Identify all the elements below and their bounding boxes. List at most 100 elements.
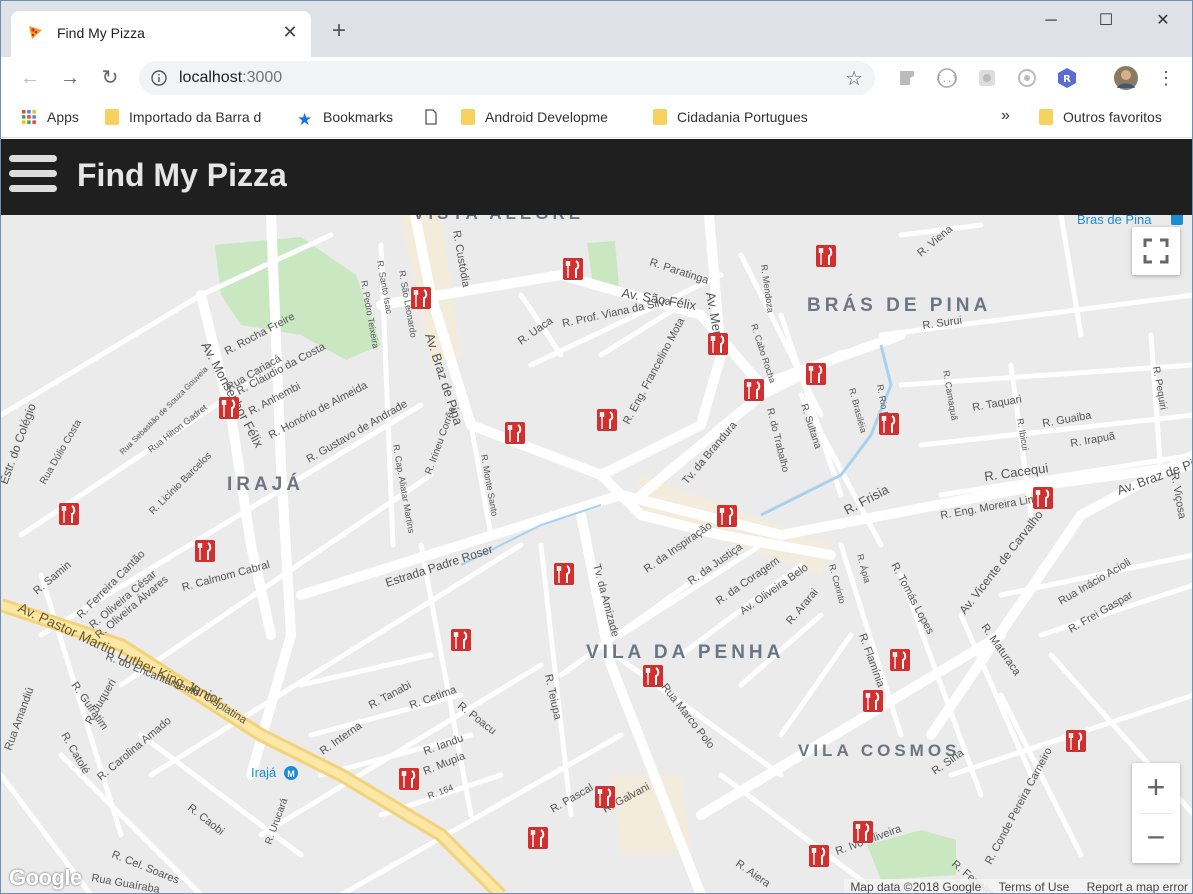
menu-kebab-icon[interactable]: ⋮ <box>1151 63 1181 93</box>
neighborhood-bras-de-pina: BRÁS DE PINA <box>807 294 991 316</box>
restaurant-fork-knife-icon[interactable] <box>853 821 873 843</box>
bookmark-bookmarks[interactable]: ★ Bookmarks <box>297 109 393 129</box>
restaurant-fork-knife-icon[interactable] <box>744 379 764 401</box>
tab-title: Find My Pizza <box>57 25 145 41</box>
map-canvas[interactable]: VISTA ALEGRE BRÁS DE PINA IRAJÁ VILA DA … <box>1 215 1192 893</box>
svg-text:R. Tanabi: R. Tanabi <box>367 679 413 711</box>
svg-text:R. Viçosa: R. Viçosa <box>1168 471 1188 520</box>
neighborhood-vila-cosmos: VILA COSMOS <box>798 741 960 760</box>
restaurant-fork-knife-icon[interactable] <box>451 629 471 651</box>
extension-icon[interactable] <box>896 67 918 89</box>
new-tab-icon[interactable]: + <box>327 19 351 43</box>
svg-text:R. Cisplatina: R. Cisplatina <box>189 683 249 727</box>
restaurant-fork-knife-icon[interactable] <box>1033 487 1053 509</box>
svg-text:Rua Hilton Gadret: Rua Hilton Gadret <box>146 402 209 455</box>
bookmark-other-folder[interactable]: Outros favoritos <box>1039 109 1162 129</box>
tab-strip: Find My Pizza ✕ + ─ ☐ ✕ <box>1 1 1192 57</box>
restaurant-fork-knife-icon[interactable] <box>595 786 615 808</box>
zoom-in-button[interactable]: + <box>1132 763 1180 813</box>
svg-text:R. Samin: R. Samin <box>31 559 73 597</box>
svg-text:R. Paratinga: R. Paratinga <box>648 256 711 287</box>
bookmark-label: Outros favoritos <box>1063 109 1162 125</box>
bookmark-folder-android[interactable]: Android Developme <box>461 109 631 129</box>
restaurant-fork-knife-icon[interactable] <box>708 333 728 355</box>
svg-text:R. do Trabalho: R. do Trabalho <box>764 407 791 474</box>
restaurant-fork-knife-icon[interactable] <box>219 397 239 419</box>
restaurant-fork-knife-icon[interactable] <box>505 422 525 444</box>
restaurant-fork-knife-icon[interactable] <box>554 563 574 585</box>
bookmarks-bar: Apps Importado da Barra d ★ Bookmarks And… <box>1 99 1192 138</box>
pizza-favicon-icon <box>29 26 42 39</box>
svg-text:R. Conde Pereira Carneiro: R. Conde Pereira Carneiro <box>983 746 1055 867</box>
json-extension-icon[interactable]: {..} <box>936 67 958 89</box>
svg-text:R. Irapuã: R. Irapuã <box>1069 430 1117 450</box>
restaurant-fork-knife-icon[interactable] <box>806 363 826 385</box>
folder-icon <box>653 109 667 125</box>
svg-text:R. Caobi: R. Caobi <box>185 802 226 838</box>
browser-tab[interactable]: Find My Pizza ✕ <box>11 11 311 57</box>
bookmark-label: Importado da Barra d <box>129 109 262 125</box>
window-close-icon[interactable]: ✕ <box>1140 9 1186 33</box>
restaurant-fork-knife-icon[interactable] <box>411 287 431 309</box>
restaurant-fork-knife-icon[interactable] <box>890 649 910 671</box>
restaurant-fork-knife-icon[interactable] <box>528 827 548 849</box>
fullscreen-icon[interactable] <box>1132 227 1180 275</box>
google-logo[interactable]: Google <box>9 865 82 891</box>
tab-close-icon[interactable]: ✕ <box>279 21 301 43</box>
restaurant-fork-knife-icon[interactable] <box>643 665 663 687</box>
extension-icon-2[interactable] <box>976 67 998 89</box>
report-map-error-link[interactable]: Report a map error <box>1087 880 1188 893</box>
app-title: Find My Pizza <box>77 157 287 193</box>
maximize-icon[interactable]: ☐ <box>1083 9 1129 33</box>
map-attribution: Map data ©2018 Google Terms of Use Repor… <box>844 879 1192 893</box>
zoom-controls: + − <box>1132 763 1180 863</box>
restaurant-fork-knife-icon[interactable] <box>863 690 883 712</box>
terms-of-use-link[interactable]: Terms of Use <box>999 880 1070 893</box>
svg-text:R: R <box>1063 74 1071 85</box>
svg-text:R. Corinto: R. Corinto <box>827 563 847 605</box>
metro-station-iraja[interactable]: Irajá M <box>251 765 298 780</box>
restaurant-fork-knife-icon[interactable] <box>563 258 583 280</box>
restaurant-fork-knife-icon[interactable] <box>59 503 79 525</box>
bookmark-apps[interactable]: Apps <box>21 109 79 129</box>
svg-text:R. Flamínia: R. Flamínia <box>856 632 887 690</box>
extension-icon-3[interactable] <box>1016 67 1038 89</box>
svg-text:R. Camaquã: R. Camaquã <box>941 370 960 422</box>
bookmarks-overflow-chevron[interactable]: » <box>1001 107 1010 127</box>
restaurant-fork-knife-icon[interactable] <box>195 540 215 562</box>
redux-extension-icon[interactable]: R <box>1056 67 1078 89</box>
bookmark-label: Apps <box>47 109 79 125</box>
back-icon[interactable]: ← <box>15 63 45 93</box>
restaurant-fork-knife-icon[interactable] <box>816 245 836 267</box>
folder-icon <box>1039 109 1053 125</box>
app-header: Find My Pizza <box>1 139 1192 215</box>
avatar[interactable] <box>1114 66 1138 90</box>
svg-text:R. Eng. Francelino Mota: R. Eng. Francelino Mota <box>621 315 688 426</box>
minimize-icon[interactable]: ─ <box>1028 9 1074 33</box>
svg-text:R. Tomás Lopes: R. Tomás Lopes <box>888 561 936 637</box>
restaurant-fork-knife-icon[interactable] <box>717 505 737 527</box>
restaurant-fork-knife-icon[interactable] <box>879 413 899 435</box>
restaurant-fork-knife-icon[interactable] <box>809 845 829 867</box>
bookmark-folder-cidadania[interactable]: Cidadania Portugues <box>653 109 825 129</box>
svg-text:Rua Amandiú: Rua Amandiú <box>3 686 37 752</box>
url-text: localhost:3000 <box>179 69 283 86</box>
bookmark-star-icon[interactable]: ☆ <box>845 66 863 91</box>
train-station-bras-de-pina[interactable]: Bras de Pina <box>1077 215 1183 227</box>
svg-text:M: M <box>287 769 295 779</box>
restaurant-fork-knife-icon[interactable] <box>597 409 617 431</box>
address-bar[interactable]: localhost:3000 ☆ <box>139 61 875 95</box>
restaurant-fork-knife-icon[interactable] <box>399 768 419 790</box>
hamburger-menu-icon[interactable] <box>9 155 57 197</box>
svg-text:R. Mendoza: R. Mendoza <box>759 264 776 313</box>
neighborhood-vista-alegre: VISTA ALEGRE <box>413 215 584 223</box>
svg-text:Rua Marco Polo: Rua Marco Polo <box>659 681 717 751</box>
bookmark-folder-importado[interactable]: Importado da Barra d <box>105 109 275 129</box>
forward-icon[interactable]: → <box>55 63 85 93</box>
zoom-out-button[interactable]: − <box>1132 814 1180 863</box>
bookmark-page[interactable] <box>423 109 449 129</box>
reload-icon[interactable]: ↻ <box>95 63 125 93</box>
restaurant-fork-knife-icon[interactable] <box>1066 730 1086 752</box>
svg-text:Rua Dúlio Costa: Rua Dúlio Costa <box>38 418 84 487</box>
bookmark-label: Cidadania Portugues <box>677 109 808 125</box>
